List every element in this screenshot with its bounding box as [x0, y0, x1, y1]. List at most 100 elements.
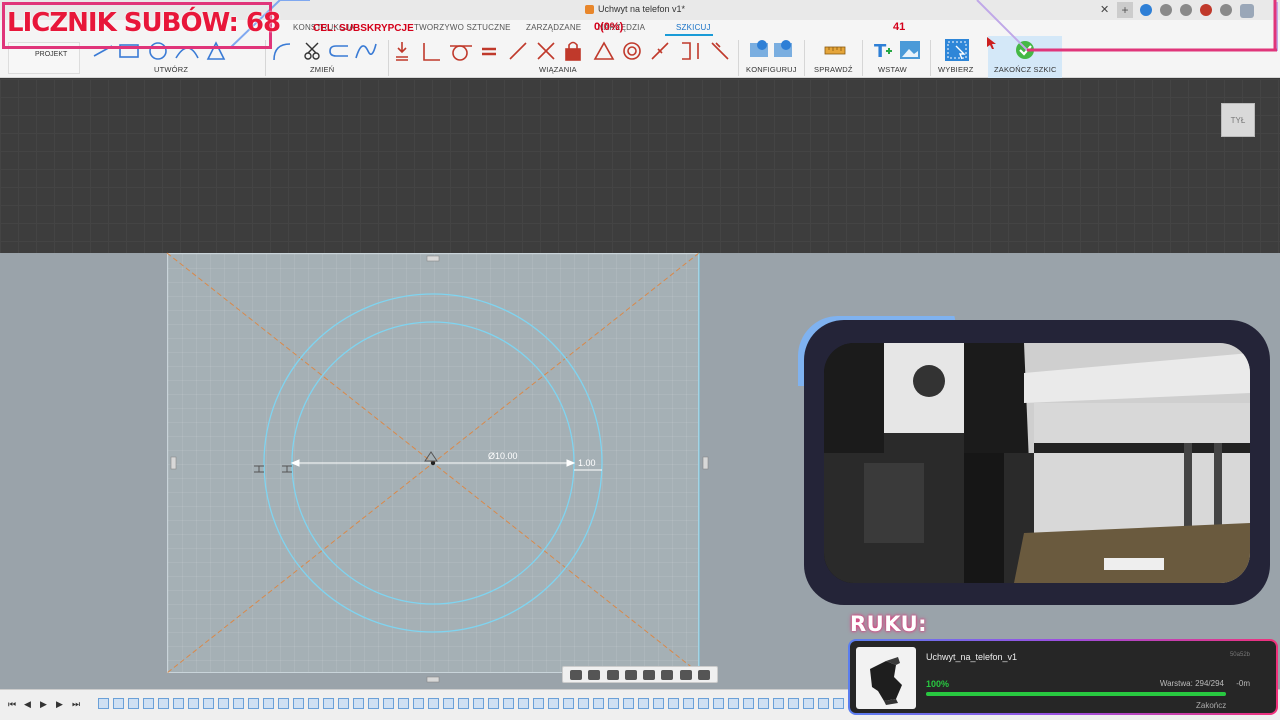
print-status-inner: Uchwyt_na_telefon_v1 50a52b 100% Warstwa…	[850, 641, 1276, 713]
timeline-item[interactable]	[758, 698, 769, 709]
timeline-track	[98, 698, 858, 712]
timeline-item[interactable]	[383, 698, 394, 709]
lock-icon	[565, 48, 581, 61]
symmetry-constraint-icon	[593, 41, 615, 60]
text-tool-icon: T	[874, 41, 887, 61]
finish-sketch-label[interactable]: ZAKOŃCZ SZKIC	[994, 65, 1057, 74]
timeline-item[interactable]	[98, 698, 109, 709]
goal-value: 0(0%)	[594, 21, 624, 33]
timeline-item[interactable]	[143, 698, 154, 709]
timeline-item[interactable]	[773, 698, 784, 709]
select-group-label[interactable]: WYBIERZ	[938, 65, 974, 74]
timeline-item[interactable]	[533, 698, 544, 709]
timeline-item[interactable]	[713, 698, 724, 709]
tab-zarzadzane[interactable]: ZARZĄDZANE	[526, 23, 581, 32]
timeline-item[interactable]	[788, 698, 799, 709]
timeline-item[interactable]	[128, 698, 139, 709]
timeline-item[interactable]	[503, 698, 514, 709]
timeline-item[interactable]	[308, 698, 319, 709]
concentric-constraint-icon	[627, 46, 637, 56]
timeline-item[interactable]	[203, 698, 214, 709]
diameter-dimension-label[interactable]: Ø10.00	[488, 451, 518, 461]
modify-group-label[interactable]: ZMIEŃ	[310, 65, 334, 74]
timeline-item[interactable]	[413, 698, 424, 709]
print-finish-button[interactable]: Zakończ	[1196, 701, 1226, 710]
timeline-item[interactable]	[428, 698, 439, 709]
offset-dimension-label[interactable]: 1.00	[578, 458, 596, 468]
timeline-item[interactable]	[218, 698, 229, 709]
print-thumbnail	[856, 647, 916, 709]
zoom-icon[interactable]	[624, 669, 637, 680]
tab-tworzywo-sztuczne[interactable]: TWORZYWO SZTUCZNE	[414, 23, 511, 32]
timeline-item[interactable]	[683, 698, 694, 709]
timeline-play-icon[interactable]: ▶	[40, 699, 47, 710]
grid-settings-icon[interactable]	[679, 669, 692, 680]
timeline-item[interactable]	[458, 698, 469, 709]
timeline-item[interactable]	[548, 698, 559, 709]
timeline-item[interactable]	[443, 698, 454, 709]
view-cube[interactable]: TYŁ	[1221, 103, 1255, 137]
printer-heading: RUKU:	[850, 612, 928, 636]
offset-tool-icon	[329, 45, 348, 57]
print-progress-bar	[926, 692, 1226, 696]
timeline-last-icon[interactable]: ⏭	[72, 699, 80, 710]
print-percent: 100%	[926, 679, 950, 689]
timeline-item[interactable]	[278, 698, 289, 709]
timeline-item[interactable]	[323, 698, 334, 709]
print-time-remaining: -0m	[1236, 679, 1250, 688]
timeline-item[interactable]	[638, 698, 649, 709]
timeline-item[interactable]	[488, 698, 499, 709]
viewports-icon[interactable]	[697, 669, 710, 680]
configure-group-label[interactable]: KONFIGURUJ	[746, 65, 797, 74]
display-settings-icon[interactable]	[661, 669, 674, 680]
constraints-group-label[interactable]: WIĄZANIA	[539, 65, 577, 74]
timeline-prev-icon[interactable]: ◀	[24, 699, 31, 710]
navigation-bar	[562, 666, 718, 683]
timeline-item[interactable]	[113, 698, 124, 709]
timeline-item[interactable]	[743, 698, 754, 709]
timeline-item[interactable]	[158, 698, 169, 709]
timeline-item[interactable]	[728, 698, 739, 709]
measure-icon[interactable]	[824, 41, 846, 61]
timeline-item[interactable]	[338, 698, 349, 709]
timeline-item[interactable]	[293, 698, 304, 709]
timeline-item[interactable]	[173, 698, 184, 709]
timeline-item[interactable]	[803, 698, 814, 709]
timeline-item[interactable]	[668, 698, 679, 709]
inspect-group-label[interactable]: SPRAWDŹ	[814, 65, 853, 74]
timeline-next-icon[interactable]: ▶	[56, 699, 63, 710]
timeline-first-icon[interactable]: ⏮	[8, 699, 16, 710]
timeline-item[interactable]	[563, 698, 574, 709]
timeline-item[interactable]	[818, 698, 829, 709]
look-at-icon[interactable]	[588, 669, 601, 680]
timeline-item[interactable]	[263, 698, 274, 709]
timeline-item[interactable]	[398, 698, 409, 709]
create-group-label[interactable]: UTWÓRZ	[154, 65, 188, 74]
timeline-item[interactable]	[578, 698, 589, 709]
timeline-item[interactable]	[248, 698, 259, 709]
coincident-constraint-icon	[682, 42, 699, 60]
timeline-item[interactable]	[353, 698, 364, 709]
timeline-item[interactable]	[188, 698, 199, 709]
fit-icon[interactable]	[643, 669, 656, 680]
timeline-item[interactable]	[368, 698, 379, 709]
timeline-item[interactable]	[518, 698, 529, 709]
tab-szkicuj[interactable]: SZKICUJ	[676, 23, 711, 32]
timeline-item[interactable]	[608, 698, 619, 709]
timeline-item[interactable]	[833, 698, 844, 709]
select-icon[interactable]	[944, 38, 970, 62]
insert-tools: T	[874, 41, 920, 61]
print-status-card: Uchwyt_na_telefon_v1 50a52b 100% Warstwa…	[848, 639, 1278, 715]
insert-group-label[interactable]: WSTAW	[878, 65, 907, 74]
constraint-tools	[396, 41, 729, 61]
timeline-item[interactable]	[698, 698, 709, 709]
timeline-item[interactable]	[623, 698, 634, 709]
timeline-item[interactable]	[593, 698, 604, 709]
timeline-item[interactable]	[233, 698, 244, 709]
timeline-item[interactable]	[473, 698, 484, 709]
pan-icon[interactable]	[606, 669, 619, 680]
orbit-icon[interactable]	[570, 669, 583, 680]
sketch-plane[interactable]	[167, 253, 699, 673]
timeline-item[interactable]	[653, 698, 664, 709]
document-title-text: Uchwyt na telefon v1*	[598, 4, 686, 14]
